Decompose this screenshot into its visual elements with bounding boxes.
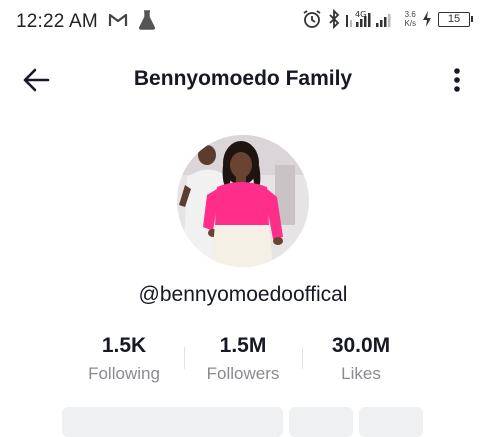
profile-header: Bennyomoedo Family [0,52,486,106]
likes-count: 30.0M [331,334,391,357]
battery-indicator: 15 [438,11,473,27]
profile-avatar[interactable] [177,135,309,267]
more-options-button[interactable] [450,64,464,96]
primary-action-button[interactable] [62,407,283,437]
profile-stats: 1.5K Following 1.5M Followers 30.0M Like… [0,334,486,388]
secondary-action-button[interactable] [289,407,353,437]
tertiary-action-button[interactable] [359,407,423,437]
following-count: 1.5K [101,334,147,357]
net-speed: 3.6 K/s [404,10,416,28]
status-right: 4G 3.6 K/s 15 [302,9,473,29]
notification-icons [108,10,156,30]
stat-following[interactable]: 1.5K Following [64,334,184,384]
page-title: Bennyomoedo Family [133,67,353,90]
flask-icon [138,10,156,30]
likes-label: Likes [341,364,381,383]
status-time: 12:22 AM [16,11,98,32]
username: @bennyomoedooffical [138,283,348,306]
followers-count: 1.5M [219,334,267,357]
bluetooth-icon [329,9,340,29]
avatar-photo [177,135,309,267]
signal-icon: 4G [346,10,391,27]
stat-followers[interactable]: 1.5M Followers [183,334,303,384]
status-bar: 12:22 AM 4G 3.6 K/s 15 [0,0,486,42]
followers-label: Followers [206,364,280,383]
following-label: Following [88,364,160,383]
gmail-icon [108,13,128,26]
stat-likes[interactable]: 30.0M Likes [301,334,421,384]
alarm-icon [303,10,321,28]
more-vertical-icon [454,68,460,92]
charging-icon [423,11,431,27]
